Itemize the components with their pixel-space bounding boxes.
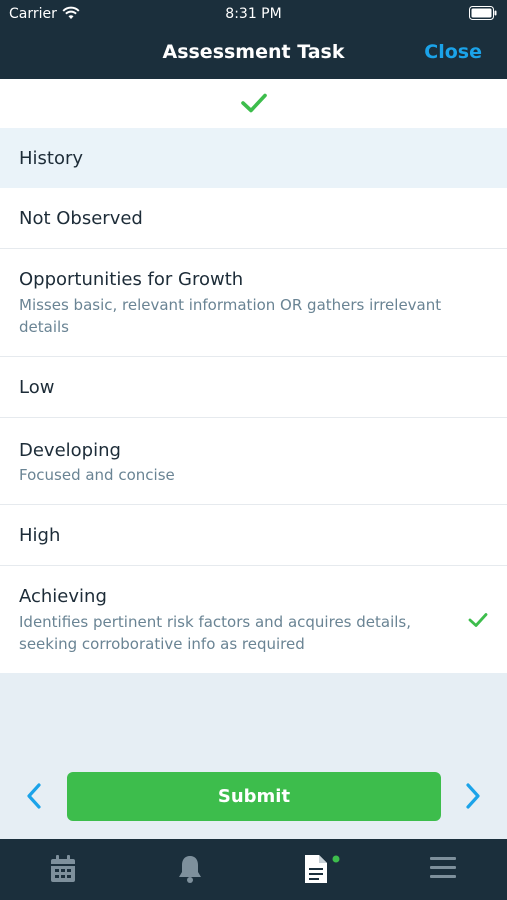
tab-menu[interactable] bbox=[378, 839, 504, 900]
bell-icon bbox=[179, 856, 201, 883]
top-bar: Carrier 8:31 PM Assessment Task Close bbox=[0, 0, 507, 79]
option-row-developing[interactable]: Developing Focused and concise bbox=[0, 418, 507, 505]
chevron-left-icon[interactable] bbox=[24, 782, 44, 810]
option-row-achieving[interactable]: Achieving Identifies pertinent risk fact… bbox=[0, 566, 507, 673]
chevron-right-icon[interactable] bbox=[463, 782, 483, 810]
option-row-opportunities[interactable]: Opportunities for Growth Misses basic, r… bbox=[0, 249, 507, 357]
option-description: Misses basic, relevant information OR ga… bbox=[19, 296, 442, 336]
option-title: High bbox=[19, 525, 61, 546]
option-title: Developing bbox=[19, 440, 121, 461]
tab-notifications[interactable] bbox=[126, 839, 252, 900]
menu-icon bbox=[430, 857, 456, 878]
section-header-history: History bbox=[0, 128, 507, 188]
status-time: 8:31 PM bbox=[225, 6, 282, 22]
tab-bar bbox=[0, 839, 507, 900]
option-title: Opportunities for Growth bbox=[19, 269, 244, 290]
option-title: Achieving bbox=[19, 586, 107, 607]
option-title: Low bbox=[19, 377, 55, 398]
section-title: History bbox=[19, 148, 84, 169]
completion-check-icon bbox=[241, 93, 267, 113]
option-row-low[interactable]: Low bbox=[0, 357, 507, 418]
selected-check-icon bbox=[468, 613, 488, 627]
submit-button[interactable]: Submit bbox=[67, 772, 441, 821]
badge-dot-icon bbox=[332, 855, 340, 863]
option-row-not-observed[interactable]: Not Observed bbox=[0, 188, 507, 249]
option-description: Identifies pertinent risk factors and ac… bbox=[19, 613, 411, 653]
tab-calendar[interactable] bbox=[0, 839, 126, 900]
battery-icon bbox=[469, 6, 497, 20]
option-row-high[interactable]: High bbox=[0, 505, 507, 566]
document-icon bbox=[305, 855, 327, 883]
option-title: Not Observed bbox=[19, 208, 143, 229]
close-button[interactable]: Close bbox=[424, 41, 482, 63]
calendar-icon bbox=[51, 855, 75, 882]
option-description: Focused and concise bbox=[19, 466, 175, 484]
tab-assessments[interactable] bbox=[252, 839, 378, 900]
